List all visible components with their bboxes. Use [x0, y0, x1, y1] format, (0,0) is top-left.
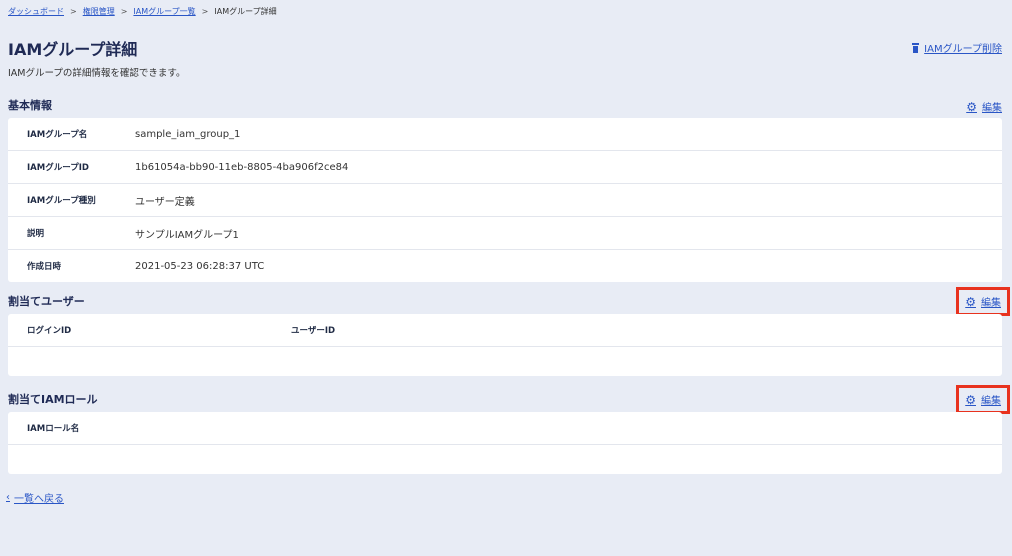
assigned-roles-edit-button[interactable]: ⚙ 編集 [956, 385, 1010, 414]
gear-icon: ⚙ [966, 99, 977, 114]
breadcrumb-item-iam-group-list[interactable]: IAMグループ一覧 [133, 6, 195, 17]
gear-icon: ⚙ [965, 294, 976, 309]
back-to-list-label: 一覧へ戻る [14, 494, 64, 505]
trash-icon [912, 42, 920, 53]
breadcrumb-item-permissions[interactable]: 権限管理 [83, 6, 115, 17]
info-label: IAMグループ種別 [27, 196, 96, 206]
edit-label: 編集 [982, 103, 1002, 114]
gear-icon: ⚙ [965, 392, 976, 407]
breadcrumb-separator: > [201, 7, 209, 16]
breadcrumb: ダッシュボード > 権限管理 > IAMグループ一覧 > IAMグループ詳細 [8, 6, 277, 17]
basic-info-title: 基本情報 [8, 99, 52, 112]
info-row-group-id: IAMグループID 1b61054a-bb90-11eb-8805-4ba906… [8, 151, 1002, 184]
back-to-list-link[interactable]: ‹ 一覧へ戻る [6, 490, 64, 505]
info-value: サンプルIAMグループ1 [135, 229, 239, 241]
column-header-user-id: ユーザーID [291, 326, 336, 336]
chevron-left-icon: ‹ [6, 492, 10, 503]
info-row-description: 説明 サンプルIAMグループ1 [8, 217, 1002, 250]
info-label: 説明 [27, 229, 45, 239]
info-value: 1b61054a-bb90-11eb-8805-4ba906f2ce84 [135, 161, 349, 173]
assigned-users-title: 割当てユーザー [8, 295, 85, 308]
assigned-roles-title: 割当てIAMロール [8, 393, 98, 406]
page-description: IAMグループの詳細情報を確認できます。 [8, 68, 186, 79]
column-header-login-id: ログインID [27, 326, 72, 336]
basic-info-edit-button[interactable]: ⚙ 編集 [966, 99, 1002, 115]
delete-group-label: IAMグループ削除 [924, 44, 1002, 55]
info-value: ユーザー定義 [135, 196, 195, 208]
column-header-role-name: IAMロール名 [27, 424, 80, 434]
delete-group-button[interactable]: IAMグループ削除 [912, 40, 1002, 55]
assigned-users-card: ログインID ユーザーID [8, 314, 1002, 376]
page-title: IAMグループ詳細 [8, 40, 138, 59]
basic-info-card: IAMグループ名 sample_iam_group_1 IAMグループID 1b… [8, 118, 1002, 282]
info-value: 2021-05-23 06:28:37 UTC [135, 260, 265, 272]
info-label: IAMグループID [27, 163, 89, 173]
assigned-users-edit-button[interactable]: ⚙ 編集 [956, 287, 1010, 316]
info-label: 作成日時 [27, 262, 62, 272]
info-row-created-at: 作成日時 2021-05-23 06:28:37 UTC [8, 250, 1002, 282]
breadcrumb-separator: > [120, 7, 128, 16]
breadcrumb-item-dashboard[interactable]: ダッシュボード [8, 6, 64, 17]
breadcrumb-separator: > [70, 7, 77, 16]
breadcrumb-current: IAMグループ詳細 [214, 7, 277, 16]
info-label: IAMグループ名 [27, 130, 88, 140]
edit-label: 編集 [981, 396, 1001, 407]
assigned-roles-header-row: IAMロール名 [8, 412, 1002, 445]
info-row-group-type: IAMグループ種別 ユーザー定義 [8, 184, 1002, 217]
assigned-roles-card: IAMロール名 [8, 412, 1002, 474]
info-value: sample_iam_group_1 [135, 128, 241, 140]
info-row-group-name: IAMグループ名 sample_iam_group_1 [8, 118, 1002, 151]
assigned-users-header-row: ログインID ユーザーID [8, 314, 1002, 347]
edit-label: 編集 [981, 298, 1001, 309]
